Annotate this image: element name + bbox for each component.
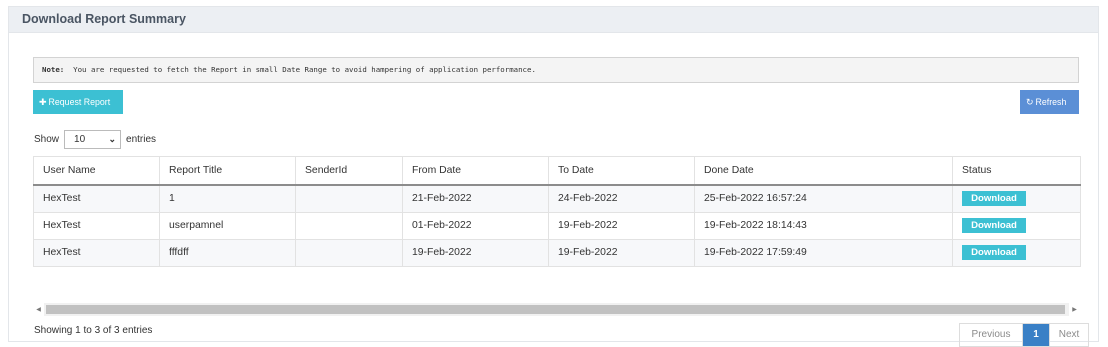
cell-user-name: HexTest [33, 211, 160, 240]
refresh-button[interactable]: ↻ Refresh [1020, 90, 1079, 114]
note-text: You are requested to fetch the Report in… [73, 65, 536, 74]
cell-report-title: fffdff [159, 238, 296, 267]
cell-status: Download [952, 211, 1081, 240]
cell-done-date: 19-Feb-2022 17:59:49 [694, 238, 953, 267]
cell-to-date: 24-Feb-2022 [548, 184, 695, 213]
column-header-to-date[interactable]: To Date [548, 156, 695, 186]
table-row: HexTest userpamnel 01-Feb-2022 19-Feb-20… [33, 211, 1081, 240]
request-report-label: Request Report [48, 97, 111, 107]
download-button[interactable]: Download [962, 245, 1026, 260]
cell-status: Download [952, 184, 1081, 213]
refresh-label: Refresh [1035, 97, 1067, 107]
cell-sender-id [295, 211, 403, 240]
plus-icon: ✚ [39, 97, 47, 107]
cell-done-date: 25-Feb-2022 16:57:24 [694, 184, 953, 213]
scrollbar-track[interactable] [44, 303, 1069, 316]
cell-status: Download [952, 238, 1081, 267]
scroll-right-icon[interactable]: ▶ [1069, 306, 1080, 313]
refresh-icon: ↻ [1026, 97, 1034, 107]
previous-page-button[interactable]: Previous [960, 324, 1023, 346]
show-label: Show [34, 134, 60, 145]
chevron-down-icon: ⌄ [108, 134, 117, 144]
column-header-done-date[interactable]: Done Date [694, 156, 953, 186]
cell-from-date: 21-Feb-2022 [402, 184, 549, 213]
page-length-select[interactable]: 10 ⌄ [64, 130, 122, 149]
cell-to-date: 19-Feb-2022 [548, 211, 695, 240]
cell-sender-id [295, 238, 403, 267]
cell-report-title: userpamnel [159, 211, 296, 240]
download-button[interactable]: Download [962, 191, 1026, 207]
table-header-row: User Name Report Title SenderId From Dat… [33, 156, 1081, 186]
pagination: Previous 1 Next [959, 323, 1089, 347]
next-page-button[interactable]: Next [1049, 324, 1088, 346]
column-header-user-name[interactable]: User Name [33, 156, 160, 186]
table-row: HexTest 1 21-Feb-2022 24-Feb-2022 25-Feb… [33, 184, 1081, 213]
request-report-button[interactable]: ✚ Request Report [33, 90, 123, 114]
page-length-control: Show 10 ⌄ entries [34, 130, 156, 149]
report-table-container: User Name Report Title SenderId From Dat… [33, 156, 1081, 267]
cell-from-date: 19-Feb-2022 [402, 238, 549, 267]
table-info: Showing 1 to 3 of 3 entries [34, 325, 153, 336]
column-header-status[interactable]: Status [952, 156, 1081, 186]
scroll-left-icon[interactable]: ◀ [33, 306, 44, 313]
column-header-from-date[interactable]: From Date [402, 156, 549, 186]
column-header-sender-id[interactable]: SenderId [295, 156, 403, 186]
entries-label: entries [126, 134, 157, 145]
report-panel: Download Report Summary Note: You are re… [8, 6, 1099, 347]
scrollbar-thumb[interactable] [46, 305, 1065, 314]
table-row: HexTest fffdff 19-Feb-2022 19-Feb-2022 1… [33, 238, 1081, 267]
column-header-report-title[interactable]: Report Title [159, 156, 296, 186]
horizontal-scrollbar[interactable]: ◀ ▶ [33, 303, 1080, 316]
page-length-value: 10 [74, 134, 86, 145]
download-button[interactable]: Download [962, 218, 1026, 233]
note-label: Note: [42, 65, 65, 74]
panel-title: Download Report Summary [9, 7, 1098, 33]
cell-user-name: HexTest [33, 238, 160, 267]
cell-to-date: 19-Feb-2022 [548, 238, 695, 267]
cell-done-date: 19-Feb-2022 18:14:43 [694, 211, 953, 240]
page-1-button[interactable]: 1 [1023, 324, 1049, 346]
cell-sender-id [295, 184, 403, 213]
cell-report-title: 1 [159, 184, 296, 213]
cell-user-name: HexTest [33, 184, 160, 213]
note-box: Note: You are requested to fetch the Rep… [33, 57, 1079, 83]
cell-from-date: 01-Feb-2022 [402, 211, 549, 240]
report-table: User Name Report Title SenderId From Dat… [33, 156, 1081, 267]
